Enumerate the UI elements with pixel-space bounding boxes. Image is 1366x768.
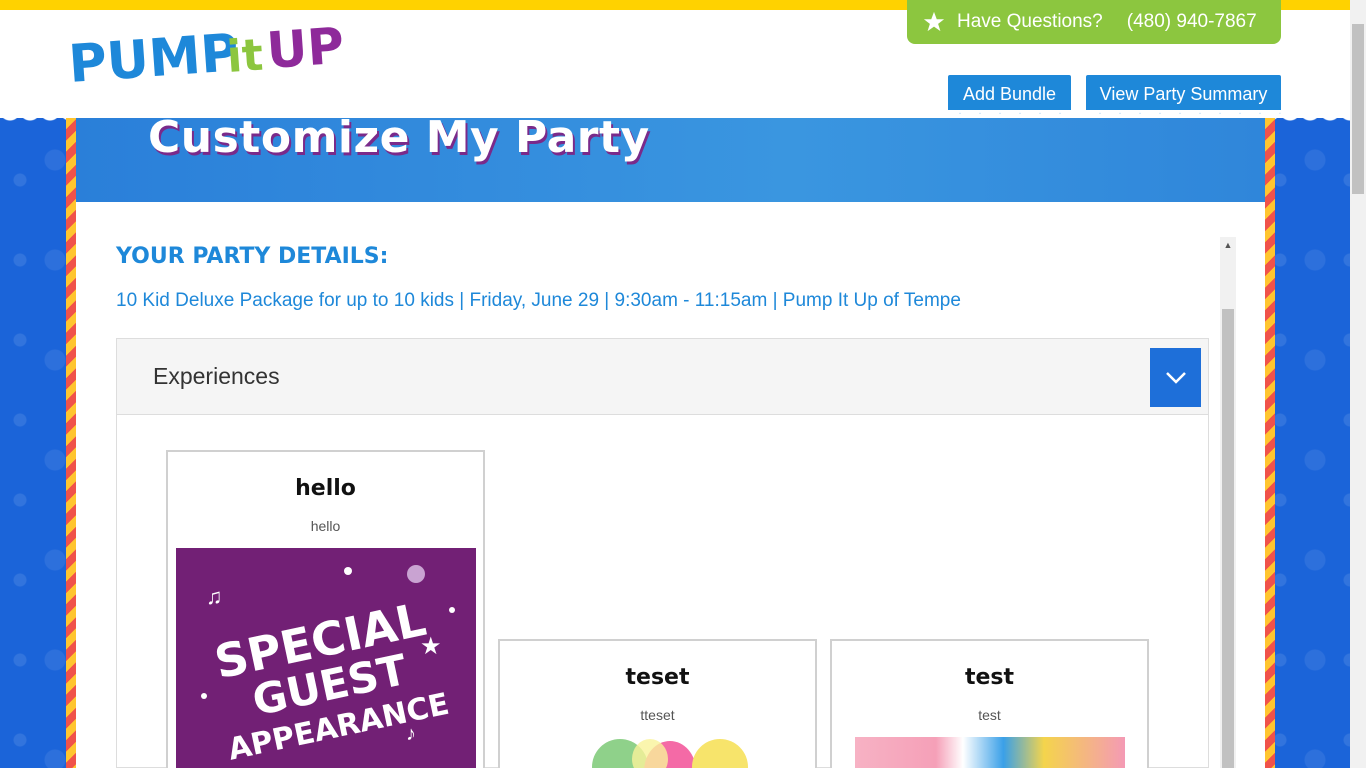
content-scrollbar-thumb[interactable] (1222, 309, 1234, 768)
party-decorations-image (855, 737, 1125, 768)
special-guest-appearance-image: ♫ ★ ♪ SPECIAL GUEST APPEARANCE (176, 548, 476, 768)
logo-it-text: it (225, 30, 265, 83)
experience-card-hello[interactable]: hello hello ♫ ★ ♪ SPECIAL GUEST APPEARAN… (166, 450, 485, 768)
card-title: test (964, 665, 1015, 690)
card-title: teset (625, 665, 690, 690)
balloons-image (592, 739, 748, 768)
card-subtitle: test (978, 707, 1001, 723)
experience-card-teset[interactable]: teset tteset (498, 639, 817, 768)
pump-it-up-logo[interactable]: PUMP it UP (70, 18, 370, 90)
phone-number-link[interactable]: (480) 940-7867 (1127, 11, 1257, 33)
card-subtitle: tteset (640, 707, 675, 723)
experience-card-test[interactable]: test test (830, 639, 1149, 768)
page-scrollbar[interactable] (1350, 0, 1366, 768)
card-subtitle: hello (310, 518, 341, 534)
star-icon (923, 11, 945, 32)
chevron-down-icon (1165, 371, 1186, 384)
logo-up-text: UP (265, 18, 346, 80)
view-party-summary-button[interactable]: View Party Summary (1086, 75, 1281, 114)
content-scrollbar[interactable]: ▲ (1220, 237, 1236, 768)
card-title: hello (295, 476, 356, 501)
page-scrollbar-thumb[interactable] (1352, 24, 1364, 194)
right-stripe-border (1265, 118, 1275, 768)
accordion-toggle-button[interactable] (1150, 348, 1201, 407)
questions-contact-bar[interactable]: Have Questions? (480) 940-7867 (907, 0, 1281, 44)
accordion-title: Experiences (153, 363, 280, 389)
left-stripe-border (66, 118, 76, 768)
questions-label: Have Questions? (957, 11, 1103, 32)
accordion-header[interactable]: Experiences (117, 339, 1208, 415)
page-title-band: Customize My Party (76, 112, 1265, 202)
party-details-heading: YOUR PARTY DETAILS: (116, 244, 389, 269)
logo-pump-text: PUMP (70, 23, 241, 90)
scroll-up-arrow-icon[interactable]: ▲ (1220, 237, 1236, 253)
party-details-summary: 10 Kid Deluxe Package for up to 10 kids … (116, 290, 961, 311)
add-bundle-button[interactable]: Add Bundle (948, 75, 1071, 114)
page-title: Customize My Party (148, 112, 650, 163)
music-note-icon: ♫ (206, 584, 223, 609)
